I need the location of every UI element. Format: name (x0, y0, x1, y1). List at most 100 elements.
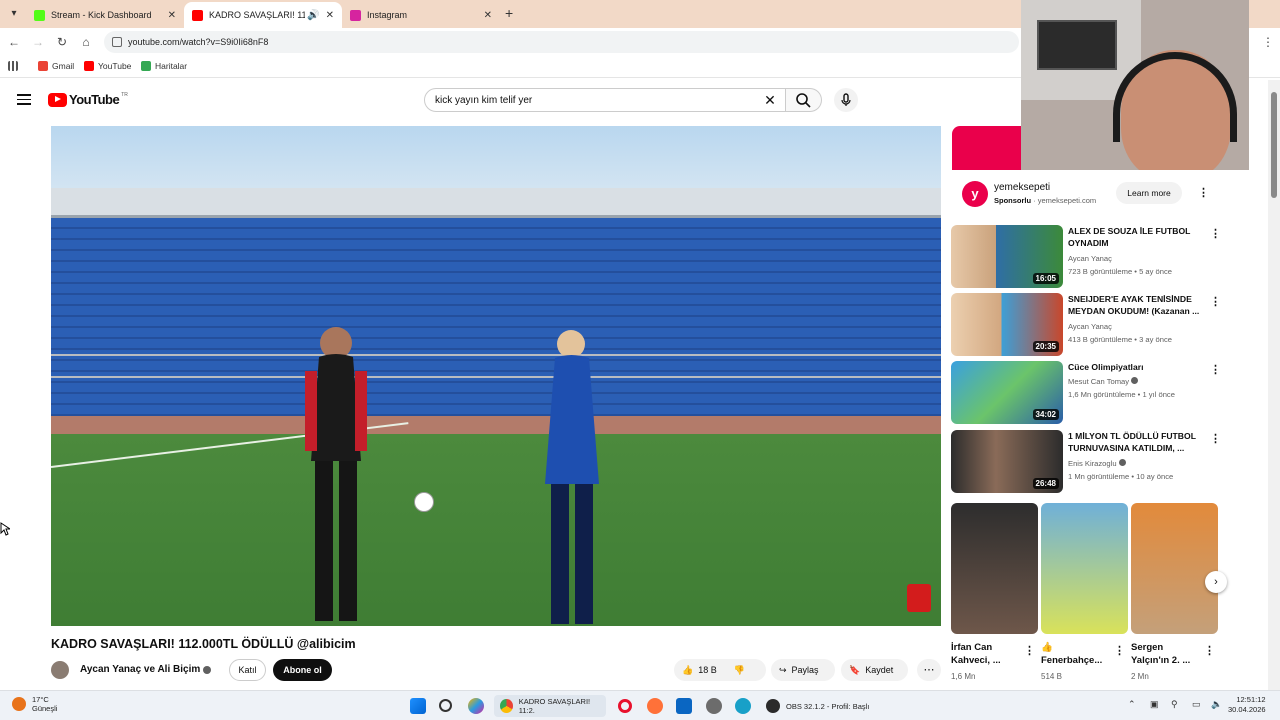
short-title[interactable]: Sergen Yalçın'ın 2. ... (1131, 641, 1203, 667)
like-icon[interactable]: 👍 (682, 665, 693, 676)
like-dislike-group: 👍 18 B 👎 (674, 659, 766, 681)
menu-icon[interactable] (17, 94, 31, 105)
reload-icon[interactable]: ↻ (54, 34, 70, 50)
short-thumbnail[interactable] (1131, 503, 1218, 634)
recommended-video[interactable]: 34:02 Cüce Olimpiyatları Mesut Can Tomay… (951, 361, 1221, 425)
short-title[interactable]: İrfan Can Kahveci, ... (951, 641, 1023, 667)
start-windows-icon[interactable] (410, 698, 426, 714)
short-thumbnail[interactable] (951, 503, 1038, 634)
ad-more-icon[interactable]: ⋮ (1198, 186, 1209, 199)
short-menu-icon[interactable]: ⋮ (1204, 644, 1215, 657)
tab-youtube-video[interactable]: KADRO SAVAŞLARI! 112.00 🔊 ✕ (184, 2, 342, 28)
settings-gear-icon[interactable] (706, 698, 722, 714)
video-menu-icon[interactable]: ⋮ (1210, 432, 1221, 445)
video-player[interactable] (51, 126, 941, 626)
share-button[interactable]: ↪ Paylaş (771, 659, 835, 681)
url-text: youtube.com/watch?v=S9i0Ii68nF8 (128, 37, 269, 47)
video-menu-icon[interactable]: ⋮ (1210, 227, 1221, 240)
ad-title: yemeksepeti (994, 182, 1051, 193)
stadium-stands (51, 218, 941, 418)
video-menu-icon[interactable]: ⋮ (1210, 295, 1221, 308)
more-actions-icon[interactable]: ⋯ (917, 659, 941, 681)
recommended-video[interactable]: 20:35 SNEIJDER'E AYAK TENİSİNDE MEYDAN O… (951, 293, 1221, 357)
forward-icon[interactable]: → (30, 34, 46, 50)
chevron-up-icon[interactable]: ⌃ (1128, 699, 1136, 710)
short-title[interactable]: 👍 Fenerbahçe... (1041, 641, 1113, 667)
subscribe-button[interactable]: Abone ol (273, 659, 332, 681)
sun-icon (12, 697, 26, 711)
close-tab-icon[interactable]: ✕ (484, 10, 492, 21)
football-pitch (51, 434, 941, 626)
voice-search-button[interactable] (834, 88, 858, 112)
browser-menu-icon[interactable]: ⋮ (1260, 34, 1276, 50)
video-thumbnail[interactable]: 34:02 (951, 361, 1063, 424)
address-bar[interactable]: youtube.com/watch?v=S9i0Ii68nF8 (104, 31, 1019, 53)
save-button[interactable]: 🔖 Kaydet (841, 659, 908, 681)
search-icon (796, 93, 811, 108)
search-input[interactable]: kick yayın kim telif yer (424, 88, 786, 112)
tab-kick-dashboard[interactable]: Stream - Kick Dashboard ✕ (26, 2, 184, 28)
join-button[interactable]: Katıl (229, 659, 266, 681)
channel-avatar[interactable] (51, 661, 69, 679)
short-menu-icon[interactable]: ⋮ (1114, 644, 1125, 657)
channel-watermark-logo[interactable] (907, 584, 931, 612)
close-tab-icon[interactable]: ✕ (168, 10, 176, 21)
system-clock[interactable]: 12:51:12 30.04.2026 (1228, 695, 1266, 715)
weather-widget[interactable]: 17°C Güneşli (12, 695, 57, 713)
copilot-icon[interactable] (468, 698, 484, 714)
verified-badge-icon (1118, 459, 1126, 466)
network-icon[interactable]: ▣ (1150, 699, 1159, 710)
woman-in-blue-tracksuit (545, 330, 599, 624)
back-icon[interactable]: ← (6, 34, 22, 50)
search-button[interactable] (786, 88, 822, 112)
share-icon: ↪ (779, 664, 787, 675)
search-icon[interactable] (439, 699, 452, 712)
taskbar-chrome-window[interactable]: KADRO SAVAŞLARI! 11:2. (494, 695, 606, 717)
clear-search-icon[interactable]: ✕ (760, 90, 780, 110)
close-tab-icon[interactable]: ✕ (326, 10, 334, 21)
short-thumbnail[interactable] (1041, 503, 1128, 634)
taskbar-obs-window[interactable]: OBS 32.1.2 - Profil: Başlı (760, 695, 878, 717)
recommended-video[interactable]: 26:48 1 MİLYON TL ÖDÜLLÜ FUTBOL TURNUVAS… (951, 430, 1221, 494)
video-thumbnail[interactable]: 16:05 (951, 225, 1063, 288)
short-menu-icon[interactable]: ⋮ (1024, 644, 1035, 657)
video-menu-icon[interactable]: ⋮ (1210, 363, 1221, 376)
verified-badge-icon (1131, 377, 1139, 384)
youtube-logo[interactable]: YouTube TR (48, 92, 128, 107)
scrollbar-thumb[interactable] (1271, 92, 1277, 198)
apps-grid-icon[interactable] (8, 61, 22, 71)
bookmark-youtube[interactable]: YouTube (84, 61, 131, 71)
volume-icon[interactable]: 🔈 (1211, 699, 1222, 710)
youtube-icon (84, 61, 94, 71)
channel-name[interactable]: Aycan Yanaç ve Ali Biçim (80, 664, 200, 675)
like-count[interactable]: 18 B (698, 665, 717, 675)
firefox-icon[interactable] (647, 698, 663, 714)
verified-badge-icon (203, 666, 211, 674)
yemeksepeti-logo: y (962, 181, 988, 207)
video-thumbnail[interactable]: 26:48 (951, 430, 1063, 493)
learn-more-button[interactable]: Learn more (1116, 182, 1182, 204)
tab-search-icon[interactable]: ▾ (6, 6, 22, 22)
tab-instagram[interactable]: Instagram ✕ (342, 2, 500, 28)
man-in-black-tracksuit (305, 327, 367, 621)
bookmark-gmail[interactable]: Gmail (38, 61, 74, 71)
store-icon[interactable] (676, 698, 692, 714)
microphone-icon (841, 93, 851, 106)
dislike-icon[interactable]: 👎 (734, 665, 745, 676)
display-icon[interactable]: ▭ (1192, 699, 1201, 710)
sponsored-ad[interactable]: y yemeksepeti Sponsorlu · yemeksepeti.co… (952, 172, 1218, 214)
bookmark-maps[interactable]: Haritalar (141, 61, 187, 71)
chevron-right-icon[interactable]: › (1205, 571, 1227, 593)
obs-icon (766, 699, 780, 713)
usb-icon[interactable]: ⚲ (1171, 699, 1178, 710)
recommended-video[interactable]: 16:05 ALEX DE SOUZA İLE FUTBOL OYNADIM A… (951, 225, 1221, 289)
opera-icon[interactable] (618, 699, 632, 713)
app-icon[interactable] (735, 698, 751, 714)
video-thumbnail[interactable]: 20:35 (951, 293, 1063, 356)
new-tab-button[interactable]: + (505, 5, 513, 21)
home-icon[interactable]: ⌂ (78, 34, 94, 50)
kick-favicon-icon (34, 9, 45, 21)
page-scrollbar[interactable] (1268, 80, 1280, 690)
site-info-icon[interactable] (112, 37, 122, 47)
audio-playing-icon[interactable]: 🔊 (307, 10, 319, 21)
